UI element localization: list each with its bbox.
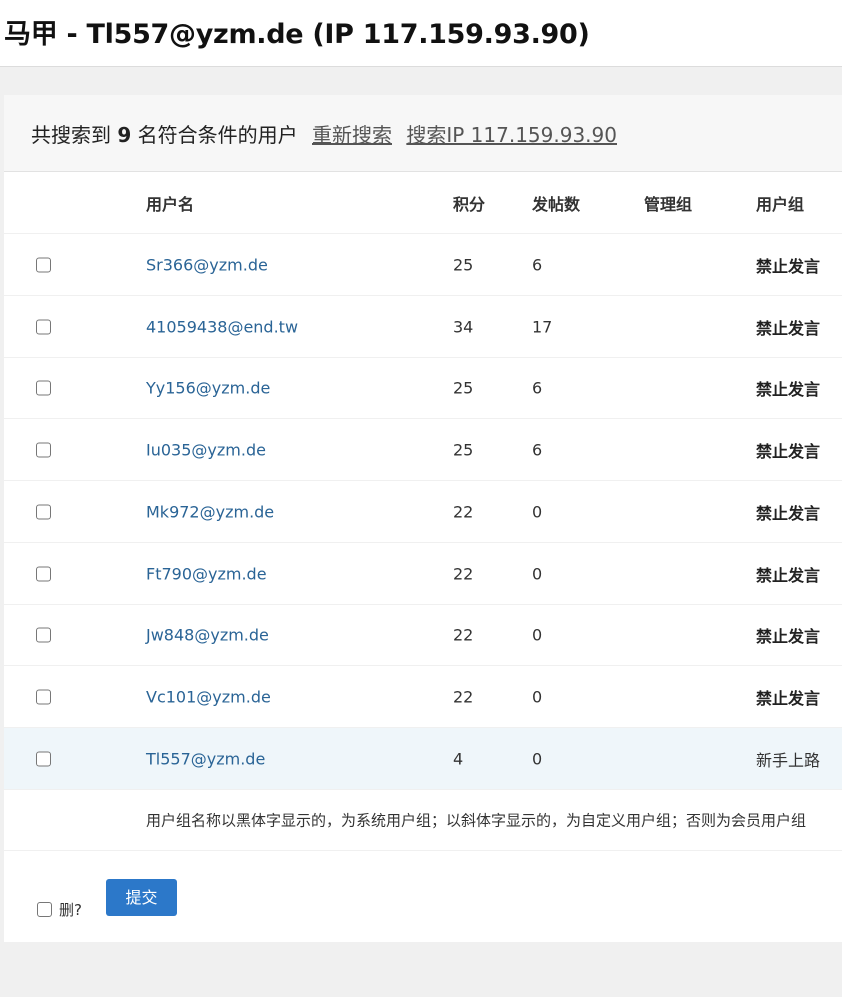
posts-value: 0 (532, 564, 543, 583)
column-header-admin-group: 管理组 (644, 194, 693, 214)
username-link[interactable]: Jw848@yzm.de (146, 625, 269, 644)
row-select-checkbox[interactable] (36, 442, 51, 457)
username-link[interactable]: Tl557@yzm.de (146, 749, 265, 768)
username-link[interactable]: Iu035@yzm.de (146, 440, 266, 459)
group-legend-row: 用户组名称以黑体字显示的，为系统用户组；以斜体字显示的，为自定义用户组；否则为会… (4, 789, 842, 851)
credits-value: 22 (453, 564, 474, 583)
user-group-value: 禁止发言 (756, 379, 821, 399)
table-row: Yy156@yzm.de 25 6 禁止发言 (4, 357, 842, 419)
delete-checkbox[interactable] (37, 902, 52, 917)
table-row: Ft790@yzm.de 22 0 禁止发言 (4, 543, 842, 605)
table-row: Iu035@yzm.de 25 6 禁止发言 (4, 419, 842, 481)
credits-value: 25 (453, 378, 474, 397)
top-bar: 马甲 - Tl557@yzm.de (IP 117.159.93.90) (0, 0, 842, 67)
credits-value: 34 (453, 317, 474, 336)
user-group-value: 禁止发言 (756, 256, 821, 276)
summary-suffix: 名符合条件的用户 (137, 123, 298, 147)
search-results-panel: 共搜索到 9 名符合条件的用户 重新搜索 搜索IP 117.159.93.90 … (4, 95, 842, 942)
table-header-row: 用户名 积分 发帖数 管理组 用户组 (4, 172, 842, 234)
column-header-credits: 积分 (453, 194, 486, 214)
posts-value: 6 (532, 378, 543, 397)
posts-value: 0 (532, 625, 543, 644)
posts-value: 0 (532, 687, 543, 706)
credits-value: 22 (453, 687, 474, 706)
user-group-value: 禁止发言 (756, 503, 821, 523)
form-footer: 删? 提交 (4, 879, 842, 941)
row-select-checkbox[interactable] (36, 257, 51, 272)
posts-value: 6 (532, 255, 543, 274)
row-select-checkbox[interactable] (36, 319, 51, 334)
column-header-posts: 发帖数 (532, 194, 581, 214)
posts-value: 0 (532, 749, 543, 768)
posts-value: 0 (532, 502, 543, 521)
posts-value: 6 (532, 440, 543, 459)
table-row: Jw848@yzm.de 22 0 禁止发言 (4, 604, 842, 666)
posts-value: 17 (532, 317, 553, 336)
username-link[interactable]: Sr366@yzm.de (146, 255, 268, 274)
row-select-checkbox[interactable] (36, 627, 51, 642)
table-row: Tl557@yzm.de 4 0 新手上路 (4, 728, 842, 790)
column-header-username: 用户名 (146, 194, 195, 214)
table-row: Vc101@yzm.de 22 0 禁止发言 (4, 666, 842, 728)
username-link[interactable]: 41059438@end.tw (146, 317, 298, 336)
table-row: Mk972@yzm.de 22 0 禁止发言 (4, 481, 842, 543)
username-link[interactable]: Yy156@yzm.de (146, 378, 270, 397)
user-group-value: 禁止发言 (756, 688, 821, 708)
credits-value: 25 (453, 255, 474, 274)
research-link[interactable]: 重新搜索 (312, 123, 392, 147)
search-ip-link[interactable]: 搜索IP 117.159.93.90 (406, 123, 617, 147)
delete-label: 删? (59, 901, 82, 919)
results-summary: 共搜索到 9 名符合条件的用户 重新搜索 搜索IP 117.159.93.90 (31, 119, 617, 148)
table-row: 41059438@end.tw 34 17 禁止发言 (4, 296, 842, 358)
row-select-checkbox[interactable] (36, 751, 51, 766)
credits-value: 22 (453, 502, 474, 521)
user-group-value: 禁止发言 (756, 626, 821, 646)
user-group-value: 禁止发言 (756, 318, 821, 338)
column-header-user-group: 用户组 (756, 194, 805, 214)
page-title: 马甲 - Tl557@yzm.de (IP 117.159.93.90) (4, 19, 590, 50)
row-select-checkbox[interactable] (36, 566, 51, 581)
user-group-value: 禁止发言 (756, 565, 821, 585)
user-group-value: 新手上路 (756, 750, 821, 770)
table-row: Sr366@yzm.de 25 6 禁止发言 (4, 234, 842, 296)
username-link[interactable]: Vc101@yzm.de (146, 687, 271, 706)
credits-value: 22 (453, 625, 474, 644)
username-link[interactable]: Mk972@yzm.de (146, 502, 274, 521)
row-select-checkbox[interactable] (36, 380, 51, 395)
results-summary-bar: 共搜索到 9 名符合条件的用户 重新搜索 搜索IP 117.159.93.90 (4, 95, 842, 172)
summary-prefix: 共搜索到 (31, 123, 111, 147)
row-select-checkbox[interactable] (36, 689, 51, 704)
result-count: 9 (117, 123, 132, 147)
submit-button[interactable]: 提交 (106, 879, 177, 916)
username-link[interactable]: Ft790@yzm.de (146, 564, 267, 583)
credits-value: 4 (453, 749, 464, 768)
row-select-checkbox[interactable] (36, 504, 51, 519)
user-group-value: 禁止发言 (756, 441, 821, 461)
group-legend-note: 用户组名称以黑体字显示的，为系统用户组；以斜体字显示的，为自定义用户组；否则为会… (146, 811, 807, 829)
credits-value: 25 (453, 440, 474, 459)
